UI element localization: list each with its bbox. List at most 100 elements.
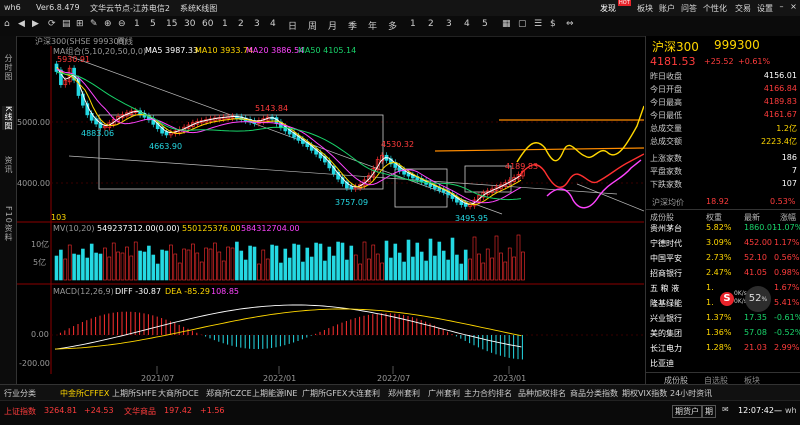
quote-change: +25.52 — [704, 57, 734, 66]
ruler-icon[interactable]: ⇔ — [566, 19, 574, 29]
s-logo-icon[interactable]: S — [720, 292, 734, 306]
cpu-usage-badge[interactable]: 52% — [745, 286, 771, 312]
component-name: 长江电力 — [650, 344, 682, 353]
exchange-tab[interactable]: 行业分类 — [4, 388, 36, 399]
minimize-icon[interactable]: – — [776, 1, 787, 12]
exchange-tab[interactable]: 上期所SHFE — [112, 388, 157, 399]
component-row[interactable]: 宁德时代 3.09% 452.00 1.17% — [646, 237, 800, 250]
volume-bar — [397, 252, 402, 281]
volume-bar — [72, 253, 76, 281]
component-row[interactable]: 比亚迪 — [646, 357, 800, 370]
menu-sector[interactable]: 板块 — [637, 3, 653, 14]
volume-bar — [252, 246, 257, 281]
zoom-out-icon[interactable]: ⊖ — [118, 19, 126, 29]
tab-kline[interactable]: K线图 — [2, 106, 14, 131]
menu-settings[interactable]: 设置 — [757, 3, 773, 14]
volume-bar — [490, 257, 494, 281]
period-3h[interactable]: 3 — [254, 19, 260, 29]
layout-5[interactable]: 5 — [482, 19, 488, 29]
futures-account-button[interactable]: 期货户 — [672, 405, 702, 418]
kline-chart[interactable]: 沪深300(SHSE 999300) 周线 MA组合(5,10,20,50,0,… — [17, 36, 645, 383]
period-15m[interactable]: 15 — [166, 19, 177, 29]
exchange-tab[interactable]: 品种加权排名 — [518, 388, 566, 399]
draw-icon[interactable]: ✎ — [90, 19, 98, 29]
exchange-tab[interactable]: 期权VIX指数 — [622, 388, 667, 399]
volume-bar — [336, 241, 340, 281]
app-name: wh6 — [4, 3, 21, 12]
period-2h[interactable]: 2 — [238, 19, 244, 29]
futures-button[interactable]: 期 — [702, 405, 716, 418]
layout-4[interactable]: 4 — [464, 19, 470, 29]
annot-peak-mid: 5143.84 — [255, 104, 289, 113]
quote-row-value: 7 — [791, 166, 797, 175]
grid-icon[interactable]: ▦ — [502, 19, 511, 29]
period-30m[interactable]: 30 — [184, 19, 195, 29]
component-row[interactable]: 招商银行 2.47% 41.05 0.98% — [646, 267, 800, 280]
home-icon[interactable]: ⌂ — [4, 19, 10, 29]
volume-bar — [160, 249, 164, 281]
exchange-tab[interactable]: 中金所CFFEX — [60, 388, 109, 399]
chart-canvas[interactable] — [17, 36, 645, 374]
component-row[interactable]: 美的集团 1.36% 57.08 -0.52% — [646, 327, 800, 340]
indicator-icon[interactable]: ⊞ — [76, 19, 84, 29]
menu-discover[interactable]: 发现 — [600, 3, 616, 14]
menu-qa[interactable]: 问答 — [681, 3, 697, 14]
annot-low-c: 3757.09 — [335, 198, 369, 207]
period-4h[interactable]: 4 — [270, 19, 276, 29]
component-name: 中国平安 — [650, 254, 682, 263]
volume-bar — [226, 246, 230, 281]
exchange-tab[interactable]: 商品分类指数 — [570, 388, 618, 399]
layout-1[interactable]: 1 — [410, 19, 416, 29]
exchange-tab[interactable]: 广期所GFEX — [302, 388, 347, 399]
exchange-tab[interactable]: 大商所DCE — [158, 388, 199, 399]
money-icon[interactable]: $ — [550, 19, 556, 29]
component-row[interactable]: 兴业银行 1.37% 17.35 -0.61% — [646, 312, 800, 325]
exchange-tab[interactable]: 广州套利 — [428, 388, 460, 399]
component-row[interactable]: 长江电力 1.28% 21.03 2.99% — [646, 342, 800, 355]
volume-bar — [120, 252, 125, 281]
volume-bar — [428, 238, 433, 281]
period-60m[interactable]: 60 — [202, 19, 213, 29]
layout-2[interactable]: 2 — [428, 19, 434, 29]
exchange-tab[interactable]: 上期能源INE — [252, 388, 297, 399]
exchange-tab[interactable]: 主力合约排名 — [464, 388, 512, 399]
exchange-tab[interactable]: 大连套利 — [348, 388, 380, 399]
exchange-tab[interactable]: 24小时资讯 — [670, 388, 712, 399]
system-text: 系统K线图 — [180, 4, 218, 13]
quote-row: 总成交额 2223.4亿 — [646, 135, 800, 148]
volume-bar — [349, 245, 354, 281]
quote-row-value: 4156.01 — [763, 71, 797, 80]
period-1h[interactable]: 1 — [222, 19, 228, 29]
component-row[interactable]: 中国平安 2.73% 52.10 0.56% — [646, 252, 800, 265]
volume-bar — [54, 255, 59, 281]
chart-type-icon[interactable]: ▤ — [62, 19, 71, 29]
bell-icon[interactable]: ✉ — [722, 405, 729, 414]
period-week[interactable]: 周 — [308, 19, 317, 32]
exchange-tab[interactable]: 郑州套利 — [388, 388, 420, 399]
period-multi[interactable]: 多 — [388, 19, 397, 32]
period-quarter[interactable]: 季 — [348, 19, 357, 32]
window-icon[interactable]: ▢ — [518, 19, 527, 29]
component-row[interactable]: 贵州茅台 5.82% 1860.01 -1.07% — [646, 222, 800, 235]
close-icon[interactable]: × — [788, 1, 799, 12]
tab-timeshare[interactable]: 分时图 — [2, 54, 14, 81]
menu-account[interactable]: 账户 — [659, 3, 675, 14]
layout-3[interactable]: 3 — [446, 19, 452, 29]
list-icon[interactable]: ☰ — [534, 19, 542, 29]
exchange-tab[interactable]: 郑商所CZCE — [206, 388, 252, 399]
refresh-icon[interactable]: ⟳ — [48, 19, 56, 29]
tab-f10[interactable]: F10资料 — [2, 206, 14, 242]
menu-personalize[interactable]: 个性化 — [703, 3, 727, 14]
forward-icon[interactable]: ▶ — [32, 19, 39, 29]
back-icon[interactable]: ◀ — [18, 19, 25, 29]
tab-news[interactable]: 资讯 — [2, 156, 14, 174]
zoom-in-icon[interactable]: ⊕ — [104, 19, 112, 29]
period-1s[interactable]: 1 — [134, 19, 140, 29]
menu-trade[interactable]: 交易 — [735, 3, 751, 14]
component-weight: 1.37% — [706, 313, 732, 322]
period-5m[interactable]: 5 — [150, 19, 156, 29]
period-year[interactable]: 年 — [368, 19, 377, 32]
period-month[interactable]: 月 — [328, 19, 337, 32]
period-day[interactable]: 日 — [288, 19, 297, 32]
volume-bar — [133, 241, 138, 281]
